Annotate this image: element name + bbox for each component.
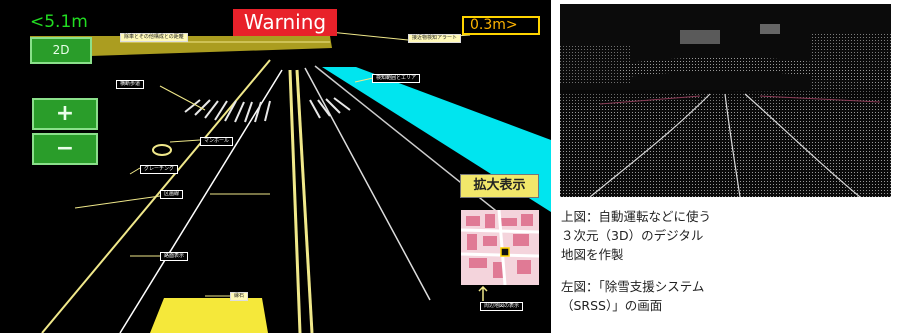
right-distance-readout: 0.3m> <box>462 16 540 35</box>
point-cloud-image <box>560 4 891 197</box>
annotation-road-marking: 路面表示 <box>160 252 189 261</box>
caption-top-line2: ３次元（3D）のデジタル <box>561 228 704 243</box>
up-arrow-icon <box>478 286 488 301</box>
caption-top-line3: 地図を作製 <box>561 247 624 262</box>
crosswalk <box>184 97 351 123</box>
caption-left-line2: （SRSS）」の画面 <box>561 298 663 313</box>
enlarge-button[interactable]: 拡大表示 <box>460 174 539 198</box>
view-mode-button[interactable]: 2D <box>30 37 92 64</box>
warning-badge: Warning <box>233 9 337 36</box>
annotation-map-legend: 周辺地図の表示 <box>480 302 524 311</box>
zoom-out-button[interactable]: − <box>32 133 98 165</box>
annotation-grating: グレーチング <box>140 165 179 174</box>
caption-left-line1: 左図：「除雪支援システム <box>561 279 705 294</box>
road-marking-block <box>150 298 268 333</box>
minimap[interactable] <box>461 210 539 285</box>
annotation-area: 検知範囲とエリア <box>372 74 421 83</box>
caption-top: 上図：自動運転などに使う ３次元（3D）のデジタル 地図を作製 <box>561 207 711 264</box>
annotation-approach-alert: 接近物検知アラート <box>408 34 462 43</box>
point-cloud-photo <box>560 4 891 197</box>
annotation-vehicle-distance: 除車とその他構成との距離 <box>120 33 188 42</box>
caption-left: 左図：「除雪支援システム （SRSS）」の画面 <box>561 277 704 315</box>
zoom-in-button[interactable]: + <box>32 98 98 130</box>
annotation-center-line: 区画線 <box>160 190 184 199</box>
caption-top-line1: 上図：自動運転などに使う <box>561 209 712 224</box>
left-distance-readout: <5.1m <box>30 12 88 32</box>
annotation-curb: 縁石 <box>230 292 249 301</box>
annotation-crosswalk: 横断歩道 <box>116 80 145 89</box>
srss-screen: <5.1m 2D + − Warning 0.3m> 除車とその他構成との距離 … <box>0 0 551 333</box>
manhole-shape <box>152 144 172 156</box>
annotation-manhole: マンホール <box>200 137 234 146</box>
